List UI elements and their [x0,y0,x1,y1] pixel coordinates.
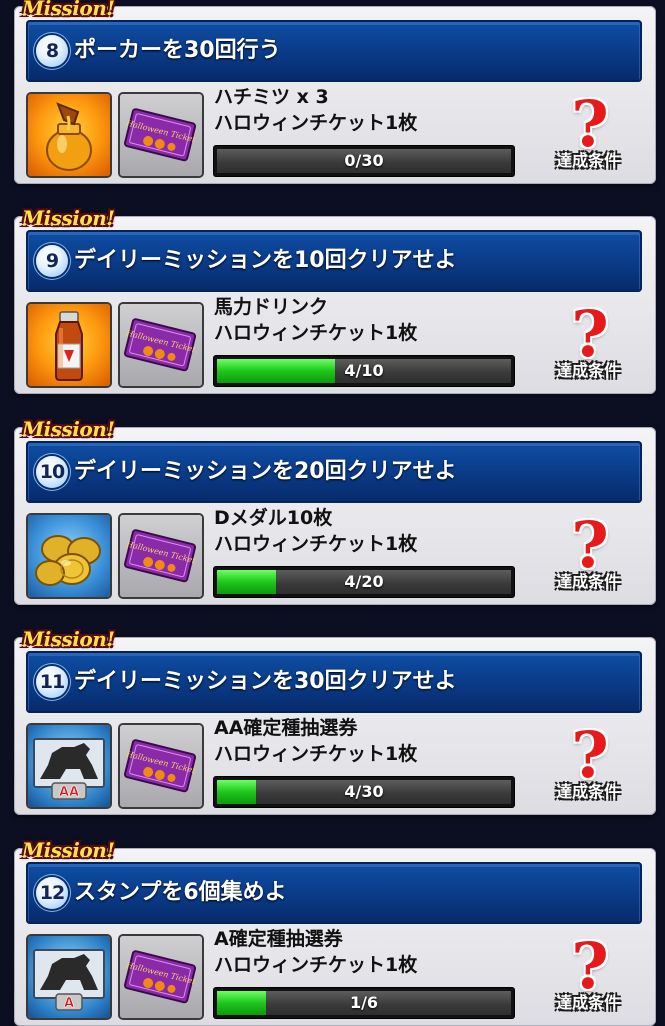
condition-label: 達成条件 [555,993,620,1012]
progress-label: 1/6 [349,993,379,1012]
progress-bar: 1/6 [214,988,514,1018]
drink-icon [28,304,110,386]
ticket-reward-label: ハロウィンチケット1枚 [214,954,418,976]
mission-title-bar: 10 デイリーミッションを20回クリアせよ [26,441,642,503]
progress-bar: 0/30 [214,146,514,176]
mission-title-bar: 8 ポーカーを30回行う [26,20,642,82]
progress-bar: 4/10 [214,356,514,386]
mission-tag: Mission! [22,206,115,230]
mission-title: デイリーミッションを20回クリアせよ [74,459,457,484]
mission-tag: Mission! [22,627,115,651]
ticket-reward-label: ハロウィンチケット1枚 [214,112,418,134]
svg-text:A: A [64,996,74,1011]
mission-card: Mission! 12 スタンプを6個集めよ A Halloween Ticke… [14,838,658,1026]
condition-label: 達成条件 [555,572,620,591]
ticket-reward-label: ハロウィンチケット1枚 [214,743,418,765]
mission-card: Mission! 10 デイリーミッションを20回クリアせよ Halloween… [14,417,658,605]
honey-icon [28,94,110,176]
medal-icon [28,515,110,597]
ticket-reward-label: ハロウィンチケット1枚 [214,533,418,555]
progress-bar: 4/30 [214,777,514,807]
halloween-ticket-icon: Halloween Ticket [120,936,202,1018]
mission-title: デイリーミッションを30回クリアせよ [74,669,457,694]
progress-track: 0/30 [217,149,511,173]
reward-label: 馬力ドリンク [214,296,329,318]
progress-label: 0/30 [344,151,384,170]
reward-label: A確定種抽選券 [214,928,343,950]
mission-title: ポーカーを30回行う [74,38,281,63]
condition-button[interactable]: ? 達成条件 [538,511,634,597]
progress-label: 4/20 [344,572,384,591]
mission-tag: Mission! [22,417,115,441]
mission-title-bar: 11 デイリーミッションを30回クリアせよ [26,651,642,713]
progress-track: 1/6 [217,991,511,1015]
horse-ticket-icon: AA [28,725,110,807]
mission-number-badge: 10 [36,456,68,488]
condition-button[interactable]: ? 達成条件 [538,300,634,386]
mission-number-badge: 8 [36,35,68,67]
condition-label: 達成条件 [555,782,620,801]
horse-ticket-icon: A [28,936,110,1018]
halloween-ticket-icon: Halloween Ticket [120,94,202,176]
mission-title-bar: 9 デイリーミッションを10回クリアせよ [26,230,642,292]
condition-button[interactable]: ? 達成条件 [538,721,634,807]
mission-tag: Mission! [22,838,115,862]
progress-track: 4/20 [217,570,511,594]
mission-number-badge: 11 [36,666,68,698]
ticket-reward-label: ハロウィンチケット1枚 [214,322,418,344]
mission-title: デイリーミッションを10回クリアせよ [74,248,457,273]
reward-label: Dメダル10枚 [214,507,333,529]
mission-card: Mission! 8 ポーカーを30回行う Halloween Ticket ハ… [14,0,658,184]
svg-text:AA: AA [59,785,79,800]
mission-title: スタンプを6個集めよ [74,880,287,905]
progress-label: 4/10 [344,361,384,380]
reward-label: AA確定種抽選券 [214,717,358,739]
mission-card: Mission! 9 デイリーミッションを10回クリアせよ Halloween … [14,206,658,394]
halloween-ticket-icon: Halloween Ticket [120,515,202,597]
condition-button[interactable]: ? 達成条件 [538,932,634,1018]
progress-label: 4/30 [344,782,384,801]
mission-title-bar: 12 スタンプを6個集めよ [26,862,642,924]
mission-number-badge: 12 [36,877,68,909]
progress-track: 4/10 [217,359,511,383]
halloween-ticket-icon: Halloween Ticket [120,725,202,807]
condition-label: 達成条件 [555,151,620,170]
progress-bar: 4/20 [214,567,514,597]
progress-track: 4/30 [217,780,511,804]
mission-tag: Mission! [22,0,115,20]
mission-card: Mission! 11 デイリーミッションを30回クリアせよ AA Hallow… [14,627,658,815]
condition-label: 達成条件 [555,361,620,380]
halloween-ticket-icon: Halloween Ticket [120,304,202,386]
mission-number-badge: 9 [36,245,68,277]
condition-button[interactable]: ? 達成条件 [538,90,634,176]
reward-label: ハチミツ x 3 [214,86,329,108]
